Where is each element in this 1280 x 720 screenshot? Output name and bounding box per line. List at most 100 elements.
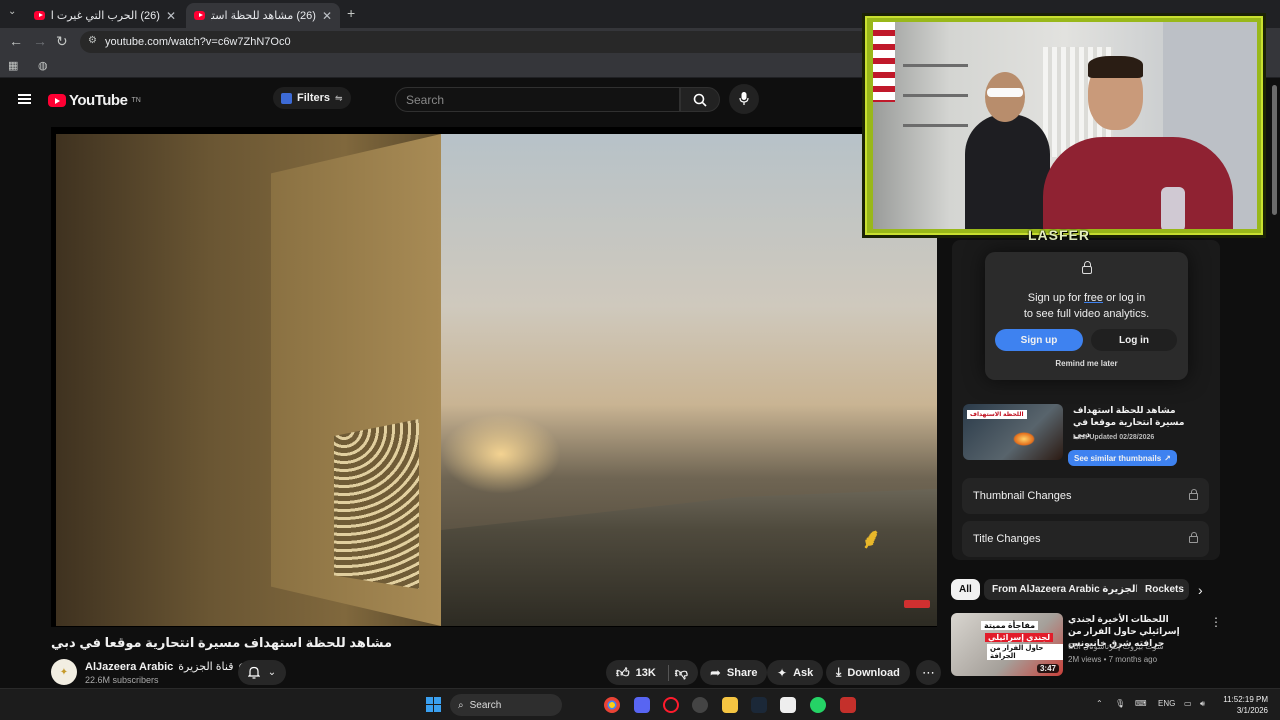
url-text: youtube.com/watch?v=c6w7ZhN7Oc0 [105, 36, 291, 48]
search-icon [693, 93, 707, 107]
bell-icon [247, 666, 260, 679]
recommended-thumbnail[interactable]: مفاجأة مميتة لجندي إسرائيلي حاول الفرار … [951, 613, 1063, 676]
lock-icon [1082, 261, 1092, 274]
similar-thumbnails-button[interactable]: See similar thumbnails ↗ [1068, 450, 1177, 466]
chevron-right-icon[interactable]: › [1198, 582, 1203, 598]
filter-extension-icon [281, 92, 292, 104]
person-left-head [985, 72, 1025, 122]
voice-search-button[interactable] [729, 84, 759, 114]
youtube-logo[interactable]: YouTube TN [48, 92, 141, 109]
language-indicator[interactable]: ENG [1158, 699, 1175, 708]
forward-arrow-icon[interactable]: → [33, 33, 47, 49]
shelf [903, 124, 968, 127]
search-placeholder: Search [406, 92, 445, 107]
network-icon[interactable]: ▭ [1184, 699, 1192, 708]
person-left-body [965, 114, 1050, 229]
globe-icon[interactable]: ◍ [38, 59, 48, 72]
new-tab-button[interactable]: + [347, 5, 355, 21]
sunglasses [987, 88, 1023, 97]
chip-rockets[interactable]: Rockets [1137, 579, 1189, 600]
chrome-icon[interactable] [604, 697, 620, 713]
country-code: TN [131, 97, 141, 104]
title-changes-row[interactable]: Title Changes [962, 521, 1209, 557]
share-label: Share [726, 666, 758, 679]
chip-all[interactable]: All [951, 579, 980, 600]
clock-date: 3/1/2026 [1236, 706, 1268, 715]
ask-button[interactable]: ✦ Ask [767, 660, 824, 685]
download-icon: ⤓ [836, 665, 842, 679]
like-count: 13K [635, 666, 656, 679]
lock-icon [1189, 488, 1198, 500]
steam-icon[interactable] [751, 697, 767, 713]
recommended-channel[interactable]: سوت بيروت إنترناشونال SBI [1068, 642, 1208, 651]
signup-message-line2: to see full video analytics. [1023, 308, 1150, 320]
broadcast-badge [904, 600, 930, 608]
share-button[interactable]: ➦ Share [700, 660, 768, 685]
signup-message: Sign up for free or log in to see full v… [985, 290, 1188, 322]
login-button[interactable]: Log in [1091, 329, 1177, 351]
taskbar: ⌕ Search ⌃ 🎙︎ ⌨ ENG ▭ 🔊︎ 11:52:19 PM 3/1… [0, 688, 1280, 720]
flag-decoration [873, 22, 895, 102]
thumbnail-preview[interactable]: اللحظة الاستهداف [963, 404, 1063, 460]
obs-icon[interactable] [692, 697, 708, 713]
youtube-favicon-icon [194, 11, 205, 20]
youtube-wordmark: YouTube [69, 92, 128, 109]
microphone-tray-icon[interactable]: 🎙︎ [1115, 699, 1125, 708]
menu-hamburger-icon[interactable] [18, 94, 31, 104]
channel-name[interactable]: AlJazeera Arabic قناة الجزيرة [85, 660, 247, 673]
app-red-icon[interactable] [840, 697, 856, 713]
channel-avatar[interactable]: ✦ [51, 659, 77, 685]
like-button[interactable]: 👍︎ 13K 👎︎ [606, 660, 698, 685]
whatsapp-icon[interactable] [810, 697, 826, 713]
tab-search-icon[interactable]: ⌄ [8, 6, 16, 17]
remind-later-link[interactable]: Remind me later [985, 359, 1188, 368]
opera-icon[interactable] [663, 697, 679, 713]
signup-message-free: free [1084, 292, 1104, 304]
system-clock[interactable]: 11:52:19 PM 3/1/2026 [1222, 694, 1268, 716]
video-player[interactable]: ⸙ [51, 127, 937, 627]
download-button[interactable]: ⤓ Download [826, 660, 910, 685]
apps-grid-icon[interactable]: ▦ [8, 59, 18, 72]
channel-name-en: AlJazeera Arabic [85, 660, 174, 673]
thumbnail-changes-row[interactable]: Thumbnail Changes [962, 478, 1209, 514]
subscriber-count: 22.6M subscribers [85, 675, 159, 685]
close-tab-icon[interactable]: ✕ [166, 9, 176, 23]
signup-modal: Sign up for free or log in to see full v… [985, 252, 1188, 380]
taskbar-search[interactable]: ⌕ Search [450, 694, 562, 716]
sliders-icon: ⇋ [335, 92, 343, 103]
thumbnail-changes-label: Thumbnail Changes [973, 490, 1072, 502]
filters-label: Filters [297, 92, 331, 104]
file-explorer-icon[interactable] [722, 697, 738, 713]
keyboard-icon[interactable]: ⌨ [1135, 699, 1147, 708]
page-scrollbar[interactable] [1272, 85, 1277, 215]
thumbnail-caption-3: حاول الفرار من الجرافة [987, 644, 1063, 660]
volume-icon[interactable]: 🔊︎ [1200, 699, 1205, 709]
video-title: مشاهد للحظة استهداف مسيرة انتحارية موقعا… [51, 635, 393, 650]
search-button[interactable] [680, 87, 720, 112]
sunset-glow [441, 414, 561, 494]
signup-message-part2: or log in [1103, 292, 1146, 304]
tab-current-video[interactable]: (26) مشاهد للحظة استهداف مسيرة ✕ [186, 3, 340, 28]
discord-icon[interactable] [634, 697, 650, 713]
filters-button[interactable]: Filters ⇋ [273, 87, 351, 109]
app-icon[interactable] [780, 697, 796, 713]
thumbs-down-icon[interactable]: 👎︎ [675, 665, 688, 681]
more-actions-button[interactable]: ⋯ [916, 660, 941, 685]
reload-icon[interactable]: ↻ [56, 33, 68, 50]
signup-button[interactable]: Sign up [995, 329, 1083, 351]
webcam-feed [873, 22, 1257, 229]
last-updated: Last Updated 02/28/2026 [1073, 434, 1155, 441]
back-arrow-icon[interactable]: ← [9, 33, 23, 49]
similar-thumbnails-label: See similar thumbnails [1074, 453, 1162, 463]
more-options-icon[interactable]: ⋮ [1210, 615, 1222, 629]
close-tab-icon[interactable]: ✕ [322, 9, 332, 23]
notification-bell-button[interactable]: ⌄ [238, 660, 286, 685]
ask-label: Ask [793, 666, 814, 679]
tab-war-video[interactable]: (26) الحرب التي غيرت الشرق الأوسط ✕ [26, 3, 184, 28]
address-bar[interactable]: ⚙ youtube.com/watch?v=c6w7ZhN7Oc0 [80, 31, 870, 53]
tray-chevron-up-icon[interactable]: ⌃ [1096, 699, 1103, 708]
site-info-icon[interactable]: ⚙ [88, 35, 97, 46]
windows-start-icon[interactable] [426, 697, 441, 712]
tab-title: (26) مشاهد للحظة استهداف مسيرة [211, 10, 316, 22]
search-input[interactable]: Search [395, 87, 680, 112]
